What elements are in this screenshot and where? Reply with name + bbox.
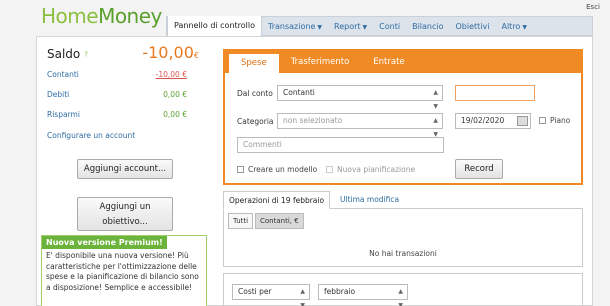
new-plan-label: Nuova pianificazione — [337, 165, 416, 174]
tab-expenses[interactable]: Spese — [229, 54, 279, 73]
tab-operations-today[interactable]: Operazioni di 19 febbraio — [223, 191, 331, 209]
account-row-savings[interactable]: Risparmi 0,00 € — [47, 110, 187, 119]
comment-placeholder: Commenti — [243, 140, 282, 149]
plan-label: Piano — [550, 116, 571, 125]
tab-goals[interactable]: Obiettivi — [450, 17, 496, 35]
comment-input[interactable]: Commenti — [237, 137, 444, 153]
month-value: febbraio — [324, 287, 356, 296]
promo-text: E' disponibile una nuova versione! Più c… — [46, 251, 199, 292]
tab-label: Transazione — [268, 22, 316, 31]
costs-type-value: Costi per — [238, 287, 272, 296]
tab-label: Pannello di controllo — [174, 21, 256, 30]
plan-checkbox[interactable] — [539, 117, 546, 124]
promo-title[interactable]: Nuova versione Premium! — [42, 236, 167, 249]
tab-more[interactable]: Altro ▼ — [495, 17, 532, 35]
add-goal-line2: obiettivo... — [102, 217, 148, 227]
add-account-button[interactable]: Aggiungi account... — [77, 159, 173, 179]
add-goal-line1: Aggiungi un — [99, 202, 151, 212]
configure-account-link[interactable]: Configurare un account — [47, 131, 135, 140]
costs-type-select[interactable]: Costi per ▲ ▼ — [232, 284, 310, 306]
exit-link[interactable]: Esci — [586, 3, 600, 11]
operations-panel: Operazioni di 19 febbraio Ultima modific… — [223, 191, 583, 267]
filter-all[interactable]: Tutti — [228, 213, 254, 229]
chevron-down-icon: ▼ — [522, 24, 527, 31]
account-name: Debiti — [47, 90, 70, 99]
tab-budget[interactable]: Bilancio — [406, 17, 449, 35]
tab-label: Bilancio — [412, 22, 444, 31]
logo-money-text: Money — [98, 4, 162, 28]
balance-label-text: Saldo — [47, 47, 81, 61]
account-row-cash[interactable]: Contanti -10,00 € — [47, 70, 187, 79]
chevron-down-icon: ▲ ▼ — [300, 288, 305, 306]
balance-label: Saldo ? — [47, 47, 88, 61]
tab-last-modified[interactable]: Ultima modifica — [335, 191, 404, 209]
category-select[interactable]: non selezionato ▲ ▼ — [277, 113, 443, 138]
account-value: -10,00 € — [155, 70, 187, 79]
month-select[interactable]: febbraio ▲ ▼ — [318, 284, 408, 306]
account-value: 0,00 € — [163, 90, 187, 99]
create-template-checkbox[interactable] — [237, 166, 244, 173]
empty-message: No hai transazioni — [369, 249, 437, 258]
tab-label: Report — [334, 22, 361, 31]
main-panel: Saldo ? -10,00€ Contanti -10,00 € Debiti 0… — [36, 36, 593, 306]
from-account-label: Dal conto — [237, 89, 273, 98]
balance-amount: -10,00 — [142, 43, 194, 62]
chevron-down-icon: ▲ ▼ — [433, 89, 438, 110]
account-name: Contanti — [47, 70, 79, 79]
filter-cash[interactable]: Contanti, € — [255, 213, 304, 229]
from-account-select[interactable]: Contanti ▲ ▼ — [277, 85, 443, 110]
operations-list: Tutti Contanti, € No hai transazioni — [223, 209, 583, 267]
chevron-down-icon: ▼ — [362, 24, 368, 31]
tab-report[interactable]: Report ▼ — [328, 17, 373, 35]
transaction-form: Spese Trasferimento Entrate Dal conto Co… — [223, 49, 583, 185]
tab-label: Conti — [379, 22, 401, 31]
create-template-label: Creare un modello — [248, 165, 318, 174]
form-tabs: Spese Trasferimento Entrate — [225, 51, 581, 73]
account-value: 0,00 € — [163, 110, 187, 119]
category-label: Categoria — [237, 117, 274, 126]
left-column: Saldo ? -10,00€ Contanti -10,00 € Debiti 0… — [37, 37, 209, 306]
chevron-down-icon: ▲ ▼ — [398, 288, 403, 306]
calendar-icon[interactable] — [517, 116, 528, 126]
tab-label: Altro — [501, 22, 521, 31]
tab-transaction[interactable]: Transazione ▼ — [262, 17, 328, 35]
account-name: Risparmi — [47, 110, 80, 119]
amount-input[interactable] — [455, 85, 535, 101]
date-input[interactable]: 19/02/2020 — [455, 113, 531, 129]
app-logo[interactable]: HomeMoney — [41, 4, 162, 28]
logo-home-text: Home — [41, 4, 99, 28]
balance-value: -10,00€ — [142, 43, 199, 62]
operations-tabs: Operazioni di 19 febbraio Ultima modific… — [223, 191, 583, 209]
from-account-value: Contanti — [283, 88, 315, 97]
new-plan-checkbox[interactable] — [326, 166, 333, 173]
record-button[interactable]: Record — [455, 159, 503, 179]
tab-dashboard[interactable]: Pannello di controllo — [167, 16, 263, 37]
tab-label: Obiettivi — [455, 22, 490, 31]
tab-transfer[interactable]: Trasferimento — [279, 51, 362, 73]
account-row-debts[interactable]: Debiti 0,00 € — [47, 90, 187, 99]
add-goal-button[interactable]: Aggiungi un obiettivo... — [77, 197, 173, 231]
premium-promo: Nuova versione Premium! E' disponibile u… — [41, 235, 207, 306]
main-nav: Pannello di controllo Transazione ▼ Repor… — [166, 16, 593, 37]
category-value: non selezionato — [283, 116, 343, 125]
costs-panel: Costi per ▲ ▼ febbraio ▲ ▼ — [223, 273, 583, 306]
tab-income[interactable]: Entrate — [361, 51, 416, 73]
balance-currency: € — [193, 51, 199, 60]
help-icon[interactable]: ? — [84, 51, 88, 59]
date-value: 19/02/2020 — [461, 116, 505, 125]
chevron-down-icon: ▼ — [317, 24, 322, 31]
tab-accounts[interactable]: Conti — [373, 17, 406, 35]
